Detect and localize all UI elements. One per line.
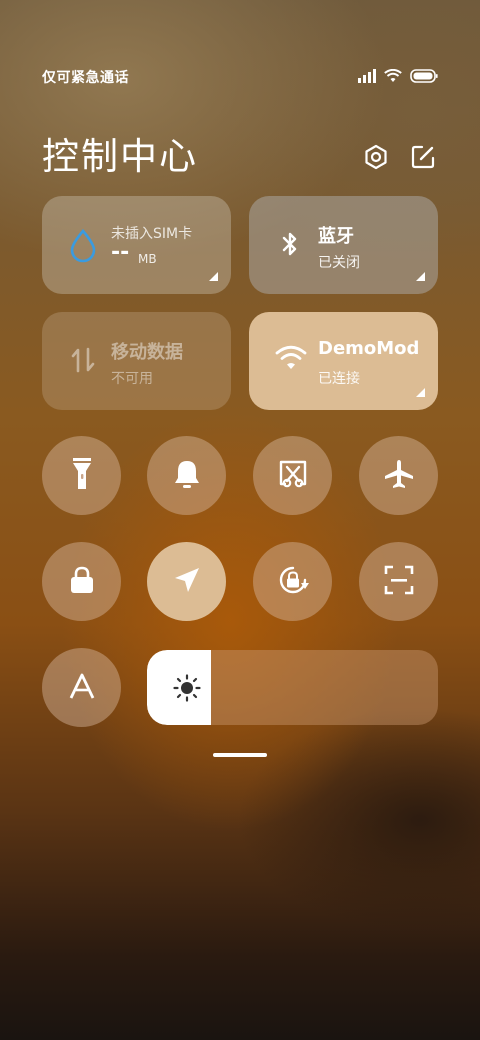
edit-icon [410,144,436,174]
bluetooth-icon [275,229,305,259]
expand-corner-icon [416,388,425,397]
bell-icon [172,458,202,494]
edit-button[interactable] [407,143,439,175]
home-indicator[interactable] [213,753,267,757]
lock-icon [68,565,96,599]
page-title: 控制中心 [42,135,198,178]
carrier-text: 仅可紧急通话 [42,70,129,86]
rotation-lock-toggle[interactable] [253,542,332,621]
scan-icon [383,564,415,600]
expand-corner-icon [209,272,218,281]
sun-icon [173,674,201,702]
data-arrows-icon [68,345,98,375]
expand-corner-icon [416,272,425,281]
wifi-icon [384,68,402,87]
flashlight-toggle[interactable] [42,436,121,515]
font-a-icon [68,672,96,704]
airplane-icon [383,458,415,494]
scanner-toggle[interactable] [359,542,438,621]
wifi-tile[interactable]: DemoMod 已连接 [249,312,438,410]
data-usage-tile[interactable]: 未插入SIM卡 -- MB [42,196,231,294]
wifi-status: 已连接 [318,371,360,387]
location-toggle[interactable] [147,542,226,621]
wifi-network-name: DemoMod [318,338,420,359]
signal-icon [358,68,376,87]
battery-icon [410,68,438,87]
mobile-data-tile[interactable]: 移动数据 不可用 [42,312,231,410]
bluetooth-tile[interactable]: 蓝牙 已关闭 [249,196,438,294]
settings-button[interactable] [360,143,392,175]
rotation-lock-icon [276,563,310,601]
wifi-icon [275,345,307,375]
gear-icon [363,144,389,174]
water-drop-icon [68,228,98,263]
lock-toggle[interactable] [42,542,121,621]
airplane-toggle[interactable] [359,436,438,515]
mobile-data-status: 不可用 [111,371,153,387]
flashlight-icon [69,457,95,495]
silent-toggle[interactable] [147,436,226,515]
auto-brightness-toggle[interactable] [42,648,121,727]
bluetooth-status: 已关闭 [318,255,360,271]
screenshot-toggle[interactable] [253,436,332,515]
brightness-slider[interactable] [147,650,438,725]
scissors-screenshot-icon [277,458,309,494]
data-usage-unit: MB [138,252,157,266]
bluetooth-label: 蓝牙 [318,226,354,247]
location-arrow-icon [172,565,202,599]
mobile-data-label: 移动数据 [111,342,183,363]
status-bar: 仅可紧急通话 [42,66,438,88]
data-usage-value: -- [111,240,130,265]
